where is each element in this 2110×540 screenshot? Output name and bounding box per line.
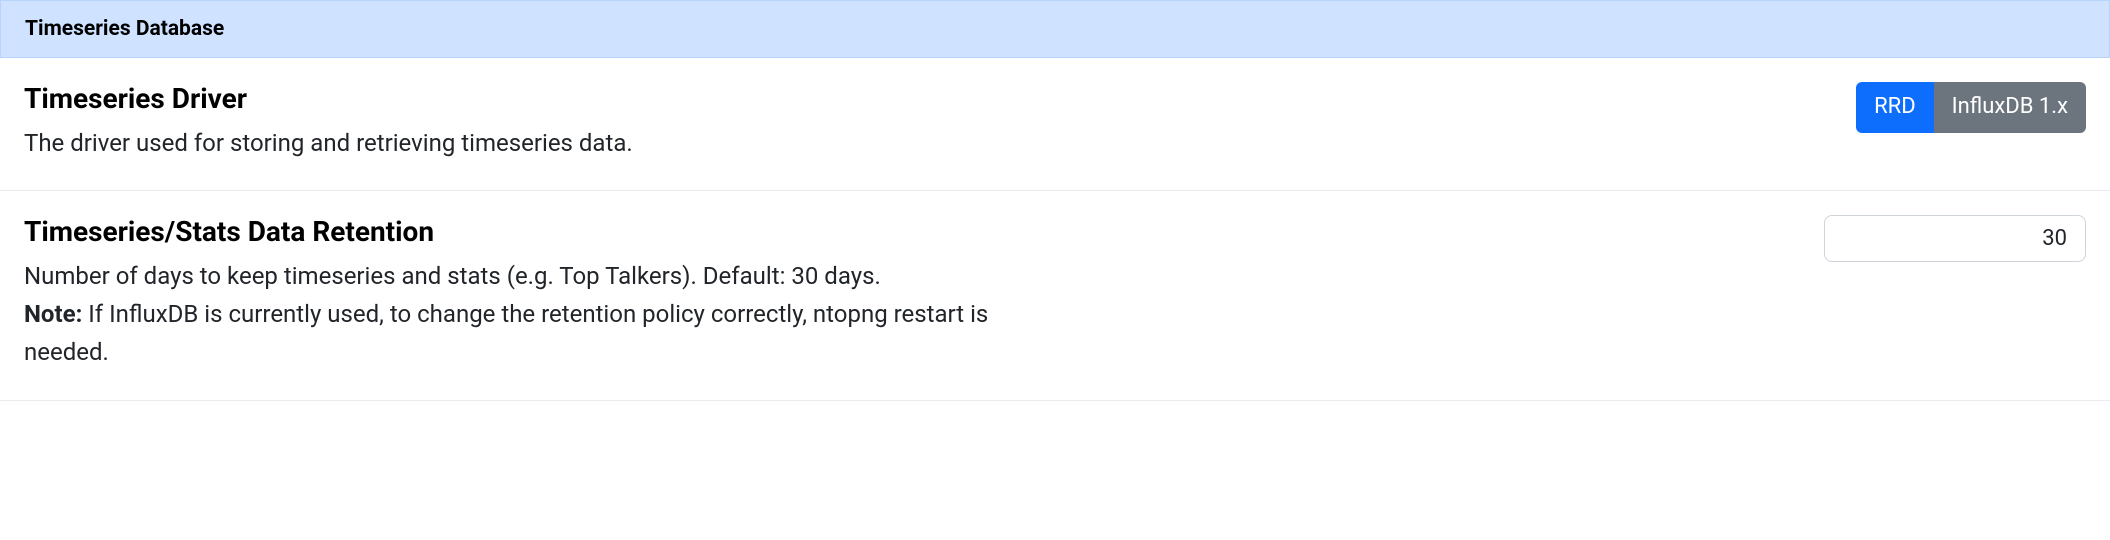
setting-left: Timeseries Driver The driver used for st…	[24, 82, 1044, 162]
retention-days-input[interactable]	[1824, 215, 2086, 262]
setting-description: The driver used for storing and retrievi…	[24, 124, 1044, 162]
setting-description: Number of days to keep timeseries and st…	[24, 257, 1044, 372]
note-label: Note:	[24, 300, 82, 328]
setting-row-timeseries-driver: Timeseries Driver The driver used for st…	[0, 58, 2110, 191]
setting-title: Timeseries Driver	[24, 82, 1044, 116]
section-header: Timeseries Database	[0, 0, 2110, 58]
description-line1: Number of days to keep timeseries and st…	[24, 262, 881, 290]
setting-right: RRD InfluxDB 1.x	[1856, 82, 2086, 133]
setting-row-data-retention: Timeseries/Stats Data Retention Number o…	[0, 191, 2110, 401]
driver-option-rrd[interactable]: RRD	[1856, 82, 1934, 133]
section-header-text: Timeseries Database	[25, 17, 224, 41]
setting-right	[1824, 215, 2086, 262]
setting-title: Timeseries/Stats Data Retention	[24, 215, 1044, 249]
driver-option-influxdb[interactable]: InfluxDB 1.x	[1934, 82, 2086, 133]
driver-toggle-group: RRD InfluxDB 1.x	[1856, 82, 2086, 133]
note-text: If InfluxDB is currently used, to change…	[24, 300, 988, 366]
setting-left: Timeseries/Stats Data Retention Number o…	[24, 215, 1044, 372]
